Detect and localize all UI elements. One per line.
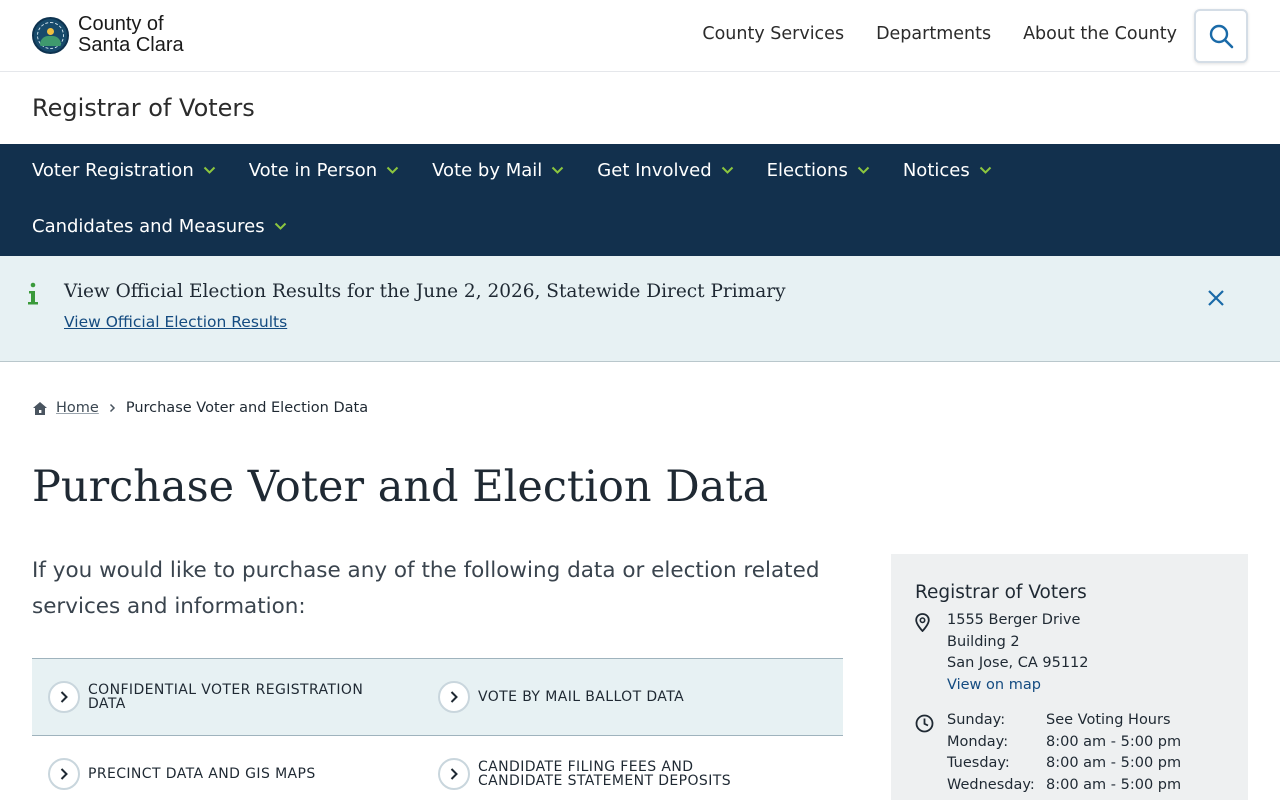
hours-row: Tuesday: 8:00 am - 5:00 pm (947, 753, 1181, 775)
chevron-down-icon (979, 166, 991, 174)
address-line: 1555 Berger Drive (947, 612, 1081, 628)
address-line: Building 2 (947, 633, 1020, 650)
chevron-down-icon (857, 166, 870, 174)
nav-about-county[interactable]: About the County (1023, 24, 1177, 44)
address-line: San Jose, CA 95112 (947, 655, 1089, 671)
alert-results-link[interactable]: View Official Election Results (64, 313, 287, 331)
nav-county-services[interactable]: County Services (702, 24, 844, 44)
nav-vote-in-person[interactable]: Vote in Person (249, 160, 399, 181)
county-seal-icon (32, 16, 69, 54)
chevron-right-icon (438, 681, 470, 713)
chevron-down-icon (203, 166, 215, 174)
sidebar-title: Registrar of Voters (915, 582, 1087, 603)
service-label: Candidate Filing Fees and Candidate Stat… (478, 759, 731, 789)
search-icon (1209, 24, 1234, 49)
service-row: Precinct Data and GIS Maps Candidate Fil… (32, 735, 843, 800)
nav-vote-by-mail[interactable]: Vote by Mail (432, 160, 564, 181)
hours-row: Wednesday: 8:00 am - 5:00 pm (947, 775, 1181, 797)
alert-title: View Official Election Results for the J… (64, 281, 786, 302)
nav-candidates-measures[interactable]: Candidates and Measures (32, 216, 287, 237)
chevron-down-icon (552, 166, 564, 174)
hours-time: See Voting Hours (1046, 712, 1171, 728)
chevron-right-icon (48, 681, 80, 713)
county-logo[interactable]: County of Santa Clara (32, 14, 184, 56)
hours-day: Wednesday: (947, 776, 1035, 793)
address-block: 1555 Berger Drive Building 2 San Jose, C… (947, 610, 1089, 696)
chevron-down-icon (274, 222, 286, 230)
chevron-down-icon (386, 166, 399, 174)
page-title: Purchase Voter and Election Data (32, 462, 769, 512)
county-name: County of Santa Clara (78, 13, 184, 56)
nav-departments[interactable]: Departments (876, 24, 991, 44)
hours-day: Sunday: (947, 712, 1006, 728)
service-row: Confidential Voter Registration Data Vot… (32, 658, 843, 735)
breadcrumb-home[interactable]: Home (56, 400, 99, 416)
chevron-right-icon (109, 403, 115, 413)
home-icon (33, 401, 47, 415)
hours-time: 8:00 am - 5:00 pm (1046, 733, 1182, 750)
breadcrumb: Home Purchase Voter and Election Data (32, 400, 368, 416)
service-confidential-voter-data[interactable]: Confidential Voter Registration Data (32, 659, 422, 735)
hours-time: 8:00 am - 5:00 pm (1046, 755, 1182, 771)
department-title[interactable]: Registrar of Voters (32, 94, 255, 122)
service-grid: Confidential Voter Registration Data Vot… (32, 658, 843, 800)
site-header: County of Santa Clara County Services De… (0, 0, 1280, 72)
clock-icon (915, 714, 934, 733)
chevron-right-icon (48, 758, 80, 790)
service-label: Precinct Data and GIS Maps (88, 766, 316, 782)
hours-time: 8:00 am - 5:00 pm (1046, 776, 1182, 793)
service-label: Confidential Voter Registration Data (88, 682, 364, 712)
info-icon (28, 282, 38, 305)
alert-banner (0, 256, 1280, 362)
service-precinct-gis[interactable]: Precinct Data and GIS Maps (32, 736, 422, 800)
main-nav: Voter Registration Vote in Person Vote b… (0, 144, 1280, 256)
nav-voter-registration[interactable]: Voter Registration (32, 160, 216, 181)
chevron-down-icon (721, 166, 733, 174)
service-vote-by-mail-data[interactable]: Vote by Mail Ballot Data (422, 659, 843, 735)
chevron-right-icon (438, 758, 470, 790)
close-icon[interactable] (1205, 287, 1227, 309)
location-pin-icon (915, 613, 930, 632)
service-label: Vote by Mail Ballot Data (478, 689, 685, 705)
contact-sidebar: Registrar of Voters 1555 Berger Drive Bu… (891, 554, 1248, 800)
service-candidate-filing-fees[interactable]: Candidate Filing Fees and Candidate Stat… (422, 736, 843, 800)
office-hours: Sunday: See Voting Hours Monday: 8:00 am -… (947, 710, 1181, 796)
nav-notices[interactable]: Notices (903, 160, 992, 181)
hours-day: Tuesday: (947, 755, 1010, 771)
nav-elections[interactable]: Elections (767, 160, 870, 181)
hours-day: Monday: (947, 733, 1009, 750)
view-on-map-link[interactable]: View on map (947, 675, 1089, 697)
breadcrumb-current: Purchase Voter and Election Data (125, 400, 369, 416)
intro-text: If you would like to purchase any of the… (32, 558, 820, 619)
utility-nav: County Services Departments About the Co… (702, 24, 1177, 44)
nav-get-involved[interactable]: Get Involved (597, 160, 733, 181)
hours-row: Sunday: See Voting Hours (947, 710, 1181, 732)
hours-row: Monday: 8:00 am - 5:00 pm (947, 732, 1181, 754)
search-button[interactable] (1194, 9, 1248, 63)
